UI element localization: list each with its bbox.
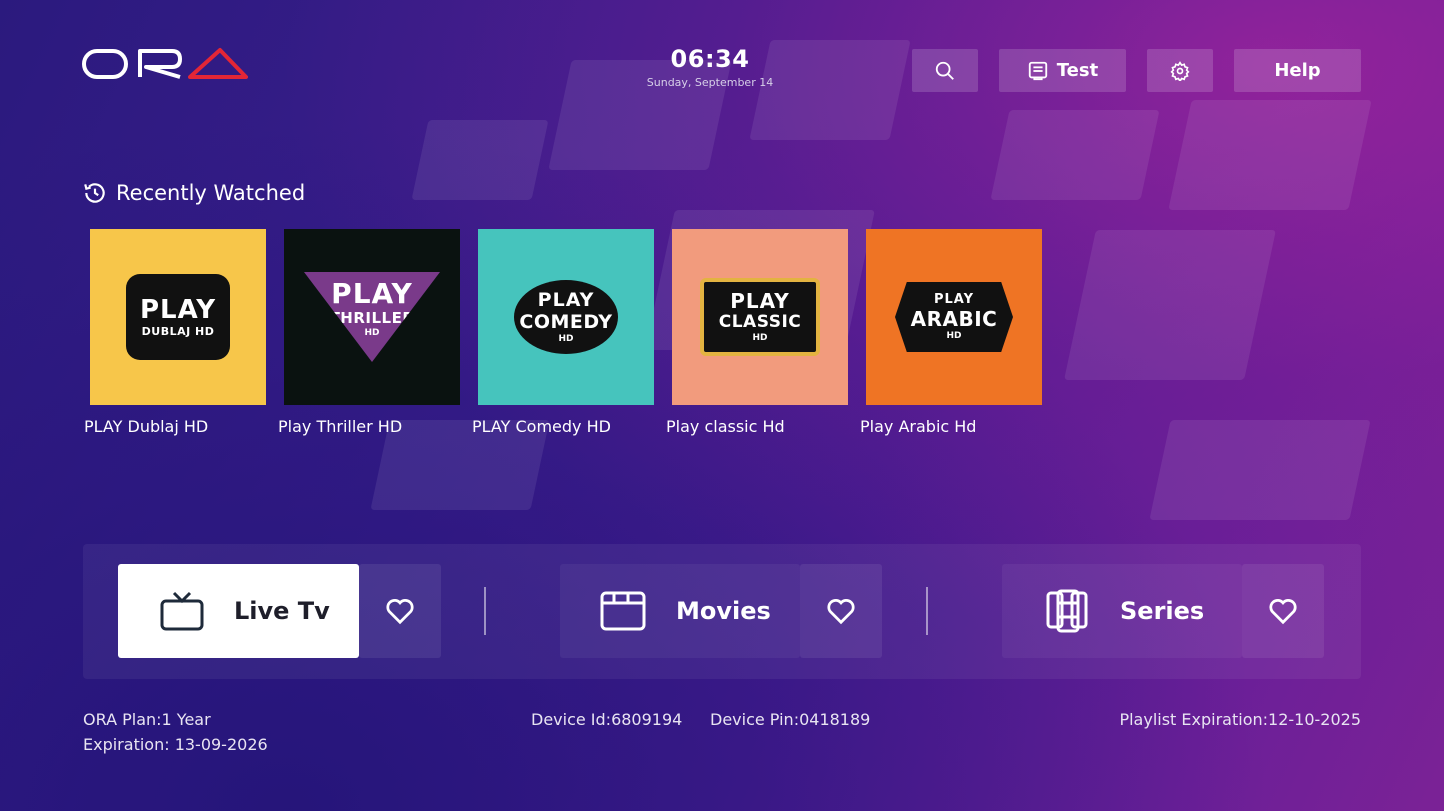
expiration-text: Expiration: 13-09-2026 [83, 735, 268, 754]
logo-text: CLASSIC [718, 312, 802, 332]
menu-divider [926, 587, 928, 635]
playlist-button[interactable]: Test [999, 49, 1126, 92]
series-icon [1046, 589, 1088, 633]
help-button-label: Help [1274, 60, 1321, 81]
recent-item-thriller[interactable]: PLAY THRILLER HD Play Thriller HD [278, 229, 460, 436]
movies-favorites-button[interactable] [800, 564, 882, 658]
recently-watched-heading: Recently Watched [82, 180, 305, 206]
movies-label: Movies [676, 597, 771, 625]
history-icon [84, 183, 105, 203]
channel-logo-thriller: PLAY THRILLER HD [284, 229, 460, 405]
clock-time: 06:34 [670, 45, 750, 73]
channel-logo-dublaj: PLAY DUBLAJ HD [90, 229, 266, 405]
logo-text: HD [752, 333, 768, 343]
playlist-icon [1028, 61, 1047, 80]
search-icon [935, 61, 954, 80]
recent-item-label: PLAY Dublaj HD [84, 417, 209, 436]
playlist-expiration-text: Playlist Expiration:12-10-2025 [1119, 710, 1361, 729]
recently-watched-title: Recently Watched [116, 181, 306, 205]
clock: 06:34 Sunday, September 14 [610, 44, 810, 89]
series-label: Series [1120, 597, 1205, 625]
recent-item-classic[interactable]: PLAY CLASSIC HD Play classic Hd [666, 229, 848, 436]
recent-item-arabic[interactable]: PLAY ARABIC HD Play Arabic Hd [860, 229, 1042, 436]
ora-logo [82, 47, 248, 81]
logo-text: HD [558, 333, 574, 344]
live-tv-favorites-button[interactable] [359, 564, 441, 658]
clock-date: Sunday, September 14 [646, 76, 774, 89]
logo-text: DUBLAJ HD [141, 325, 215, 338]
live-tv-label: Live Tv [234, 597, 330, 625]
logo-text: PLAY [933, 292, 975, 307]
logo-text: COMEDY [519, 310, 613, 333]
playlist-button-label: Test [1056, 60, 1099, 81]
device-id-text: Device Id:6809194 [531, 710, 683, 729]
logo-text: PLAY [537, 288, 595, 311]
settings-button[interactable] [1147, 49, 1213, 92]
film-icon [600, 591, 646, 631]
logo-text: PLAY [331, 277, 413, 310]
tv-icon [160, 591, 204, 631]
logo-text: THRILLER [329, 309, 415, 327]
recent-item-label: Play Thriller HD [278, 417, 403, 436]
gear-icon [1170, 60, 1190, 81]
plan-text: ORA Plan:1 Year [83, 710, 211, 729]
recent-item-dublaj[interactable]: PLAY DUBLAJ HD PLAY Dublaj HD [84, 229, 266, 436]
recent-item-label: PLAY Comedy HD [472, 417, 611, 436]
channel-logo-comedy: PLAY COMEDY HD [478, 229, 654, 405]
search-button[interactable] [912, 49, 978, 92]
logo-text: ARABIC [910, 307, 998, 331]
movies-button[interactable]: Movies [560, 564, 800, 658]
heart-icon [827, 599, 855, 625]
recent-item-label: Play Arabic Hd [860, 417, 977, 436]
heart-icon [386, 599, 414, 625]
recent-item-comedy[interactable]: PLAY COMEDY HD PLAY Comedy HD [472, 229, 654, 436]
help-button[interactable]: Help [1234, 49, 1361, 92]
background-poster-collage [0, 0, 1444, 811]
channel-logo-classic: PLAY CLASSIC HD [672, 229, 848, 405]
logo-text: HD [364, 328, 380, 338]
series-button[interactable]: Series [1002, 564, 1242, 658]
logo-text: PLAY [730, 289, 790, 313]
logo-text: HD [946, 331, 962, 341]
series-favorites-button[interactable] [1242, 564, 1324, 658]
heart-icon [1269, 599, 1297, 625]
menu-divider [484, 587, 486, 635]
recent-item-label: Play classic Hd [666, 417, 785, 436]
logo-text: PLAY [139, 295, 217, 325]
device-pin-text: Device Pin:0418189 [710, 710, 871, 729]
live-tv-button[interactable]: Live Tv [118, 564, 359, 658]
channel-logo-arabic: PLAY ARABIC HD [866, 229, 1042, 405]
